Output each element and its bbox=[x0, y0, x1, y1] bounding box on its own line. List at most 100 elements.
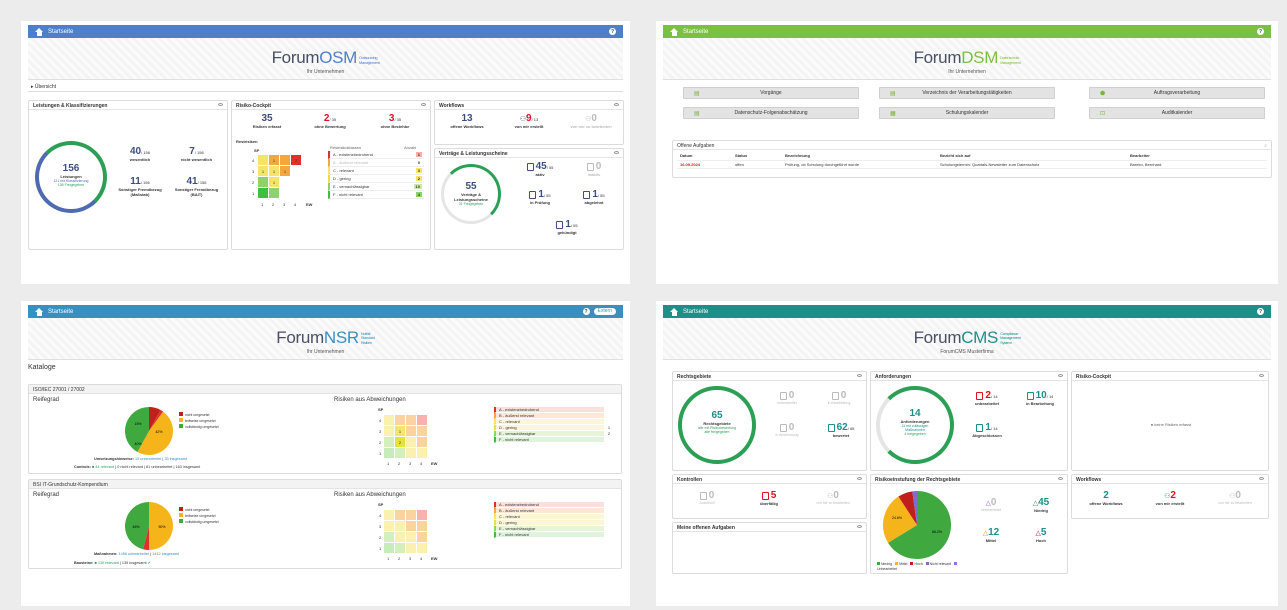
maturity-pie-chart[interactable]: 46% 50% bbox=[123, 500, 175, 552]
heatmap-cell[interactable] bbox=[384, 532, 394, 542]
heatmap-cell[interactable] bbox=[406, 532, 416, 542]
heatmap-cell[interactable] bbox=[395, 448, 405, 458]
extern-button[interactable]: Extern bbox=[593, 308, 616, 315]
eye-icon[interactable] bbox=[857, 525, 862, 528]
heatmap-cell[interactable] bbox=[384, 510, 394, 520]
module-button[interactable]: ▦ Schulungskalender bbox=[879, 107, 1055, 119]
risk-pie-chart[interactable]: 66.2% 24.6% bbox=[881, 489, 953, 561]
heatmap-cell[interactable] bbox=[280, 188, 290, 198]
risk-unprocessed[interactable]: △0 Unbearbeitet bbox=[967, 497, 1015, 512]
req-unprocessed[interactable]: 2/ 14 unbearbeitet bbox=[963, 390, 1011, 406]
deviation-heatmap[interactable]: 12 bbox=[384, 415, 427, 458]
col-reference[interactable]: Bezieht sich auf bbox=[937, 152, 1127, 161]
open-workflows[interactable]: 2 offene Workflows bbox=[1076, 490, 1136, 506]
module-button[interactable]: ⊡ Auditkalender bbox=[1089, 107, 1265, 119]
count-link[interactable]: 0 nicht relevant bbox=[117, 465, 143, 469]
risk-class-row[interactable]: E - vernachlässigbar 10 bbox=[328, 183, 424, 191]
heatmap-cell[interactable] bbox=[395, 532, 405, 542]
eye-icon[interactable] bbox=[421, 103, 426, 106]
heatmap-cell[interactable] bbox=[280, 177, 290, 187]
heatmap-cell[interactable]: 1 bbox=[280, 166, 290, 176]
col-assignee[interactable]: Bearbeiter bbox=[1127, 152, 1267, 161]
risk-class-row[interactable]: B - äußerst relevant 0 bbox=[328, 159, 424, 167]
deviation-heatmap[interactable] bbox=[384, 510, 427, 553]
contracts-rejected[interactable]: 1/ 55 abgelehnt bbox=[569, 189, 619, 205]
heatmap-cell[interactable] bbox=[406, 510, 416, 520]
risk-class-row[interactable]: F - nicht relevant bbox=[494, 532, 614, 538]
heatmap-cell[interactable] bbox=[395, 543, 405, 553]
controls-to-edit[interactable]: ⚇0 von mir zu bearbeiten bbox=[801, 490, 865, 505]
contracts-inactive[interactable]: 0 inaktiv bbox=[569, 161, 619, 177]
module-button[interactable]: ⬟ Auftragsverarbeitung bbox=[1089, 87, 1265, 99]
risks-unrated[interactable]: 2/ 35 ohne Bewertung bbox=[300, 113, 360, 129]
catalog-header[interactable]: BSI IT-Grundschutz-Kompendium bbox=[29, 480, 621, 489]
col-status[interactable]: Status bbox=[732, 152, 782, 161]
help-icon[interactable]: ? bbox=[582, 308, 590, 315]
heatmap-cell[interactable] bbox=[406, 448, 416, 458]
module-button[interactable]: ▤ Datenschutz-Folgenabschätzung bbox=[683, 107, 859, 119]
heatmap-cell[interactable] bbox=[291, 177, 301, 187]
heatmap-cell[interactable] bbox=[417, 415, 427, 425]
help-icon[interactable]: ? bbox=[609, 28, 616, 35]
heatmap-cell[interactable]: 2 bbox=[395, 437, 405, 447]
heatmap-cell[interactable] bbox=[291, 188, 301, 198]
heatmap-cell[interactable] bbox=[406, 415, 416, 425]
total-link[interactable]: 163 insgesamt bbox=[176, 465, 201, 469]
heatmap-cell[interactable]: 1 bbox=[269, 177, 279, 187]
contracts-in-review[interactable]: 1/ 55 in Prüfung bbox=[515, 189, 565, 205]
stat-rated[interactable]: 62/ 65 bewertet bbox=[815, 422, 867, 438]
heatmap-cell[interactable] bbox=[417, 426, 427, 436]
catalog-header[interactable]: ISO/IEC 27001 / 27002 bbox=[29, 385, 621, 394]
risk-medium[interactable]: △12 Mittel bbox=[967, 527, 1015, 543]
risk-class-row[interactable]: D - gering 2 bbox=[328, 175, 424, 183]
module-button[interactable]: ▤ Vorgänge bbox=[683, 87, 859, 99]
heatmap-cell[interactable] bbox=[395, 415, 405, 425]
nav-home-link[interactable]: Startseite bbox=[48, 29, 73, 35]
stat-in-progress[interactable]: 0 in Bearbeitung bbox=[815, 390, 863, 405]
heatmap-cell[interactable] bbox=[406, 437, 416, 447]
heatmap-cell[interactable] bbox=[417, 448, 427, 458]
module-button[interactable]: ▤ Verzeichnis der Verarbeitungstätigkeite… bbox=[879, 87, 1055, 99]
table-row[interactable]: 16.09.2024 offen Prüfung, ob Schulung du… bbox=[677, 160, 1267, 169]
stat-in-coordination[interactable]: 0 in Abstimmung bbox=[763, 422, 811, 437]
heatmap-cell[interactable]: 1 bbox=[395, 426, 405, 436]
heatmap-cell[interactable] bbox=[258, 155, 268, 165]
col-date[interactable]: Datum bbox=[677, 152, 732, 161]
heatmap-cell[interactable] bbox=[406, 521, 416, 531]
count-link[interactable]: 139 insgesamt bbox=[122, 561, 147, 565]
overview-toggle[interactable]: ▸ Übersicht bbox=[28, 83, 623, 92]
eye-icon[interactable] bbox=[1259, 477, 1264, 480]
workflows-to-edit[interactable]: ⚇0 von mir zu bearbeiten bbox=[561, 113, 621, 129]
eye-icon[interactable] bbox=[1259, 374, 1264, 377]
nav-home-link[interactable]: Startseite bbox=[683, 309, 708, 315]
risk-low[interactable]: △45 Niedrig bbox=[1017, 497, 1065, 513]
req-completed[interactable]: 1/ 14 Abgeschlossen bbox=[963, 422, 1011, 438]
stat-other-scale[interactable]: 11/ 156 Sonstiger Fremdbezug (Maßstab) bbox=[115, 176, 165, 197]
eye-icon[interactable] bbox=[614, 103, 619, 106]
risk-class-row[interactable]: C - relevant 3 bbox=[328, 167, 424, 175]
open-workflows[interactable]: 13 offene Workflows bbox=[437, 113, 497, 129]
home-icon[interactable] bbox=[35, 27, 43, 36]
stat-non-essential[interactable]: 7/ 156 nicht wesentlich bbox=[169, 146, 224, 162]
contracts-active[interactable]: 45/ 55 aktiv bbox=[515, 161, 565, 177]
search-icon[interactable]: ⌕ bbox=[1264, 143, 1267, 149]
controls-overdue[interactable]: 5 überfällig bbox=[739, 490, 799, 506]
heatmap-cell[interactable] bbox=[384, 543, 394, 553]
req-in-progress[interactable]: 10/ 14 in Bearbeitung bbox=[1015, 390, 1065, 406]
help-icon[interactable]: ? bbox=[1257, 308, 1264, 315]
heatmap-cell[interactable] bbox=[280, 155, 290, 165]
heatmap-cell[interactable] bbox=[291, 166, 301, 176]
eye-icon[interactable] bbox=[857, 477, 862, 480]
home-icon[interactable] bbox=[35, 307, 43, 316]
risk-heatmap[interactable]: 121111 bbox=[258, 155, 301, 198]
heatmap-cell[interactable] bbox=[258, 188, 268, 198]
unprocessed-link[interactable]: 13 unbearbeitet bbox=[135, 457, 161, 461]
risk-class-row[interactable]: F - nicht relevant bbox=[494, 437, 614, 443]
contracts-terminated[interactable]: 1/ 55 gekündigt bbox=[542, 219, 592, 235]
eye-icon[interactable] bbox=[1058, 374, 1063, 377]
heatmap-cell[interactable]: 1 bbox=[269, 166, 279, 176]
unprocessed-link[interactable]: 81 unbearbeitet bbox=[146, 465, 172, 469]
relevant-link[interactable]: ■ 130 relevant bbox=[94, 561, 118, 565]
eye-icon[interactable] bbox=[1058, 477, 1063, 480]
stat-essential[interactable]: 40/ 156 wesentlich bbox=[115, 146, 165, 162]
